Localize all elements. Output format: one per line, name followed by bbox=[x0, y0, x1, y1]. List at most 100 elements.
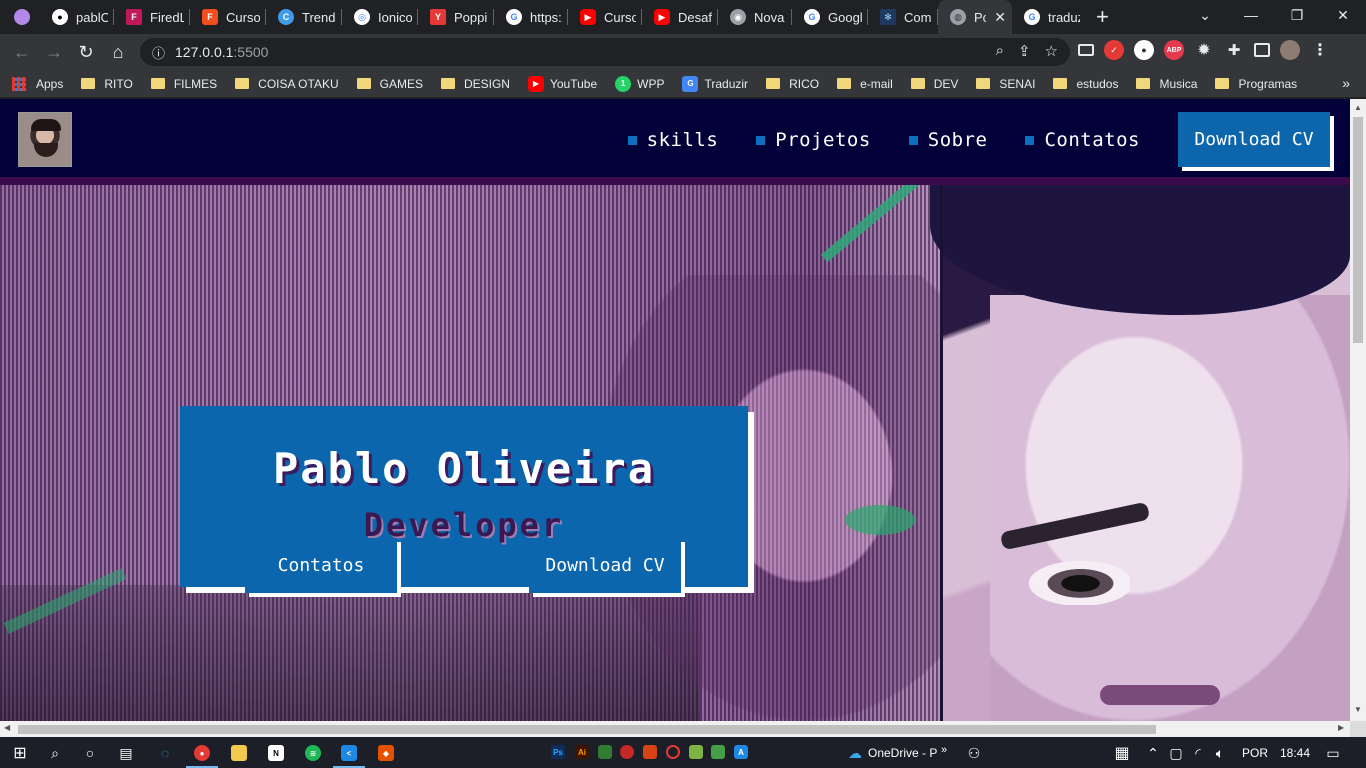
cortana-icon[interactable]: ○ bbox=[80, 743, 100, 763]
wifi-icon[interactable]: ◜ bbox=[1188, 743, 1208, 763]
hero-download-cv-button[interactable]: Download CV bbox=[529, 538, 681, 593]
tab-github[interactable]: ● pablOl bbox=[40, 0, 114, 34]
edge-icon[interactable]: ◌ bbox=[155, 743, 175, 763]
bookmark-folder-programas[interactable]: Programas bbox=[1215, 77, 1297, 91]
bookmark-folder-estudos[interactable]: estudos bbox=[1053, 77, 1118, 91]
tab-traduzir[interactable]: G traduz bbox=[1012, 0, 1086, 34]
spotify-icon[interactable]: ≋ bbox=[305, 745, 321, 761]
android-tray-icon[interactable] bbox=[689, 745, 703, 759]
show-hidden-icons[interactable]: ⌃ bbox=[1143, 743, 1163, 763]
task-view-icon[interactable]: ▤ bbox=[116, 743, 136, 763]
onedrive-label[interactable]: OneDrive - P bbox=[868, 746, 937, 760]
bookmark-folder-musica[interactable]: Musica bbox=[1136, 77, 1197, 91]
adblock-plus-icon[interactable]: ABP bbox=[1164, 40, 1184, 60]
tab-youtube-curso[interactable]: ▶ Curso bbox=[568, 0, 642, 34]
bookmark-folder-games[interactable]: GAMES bbox=[356, 77, 423, 91]
vscode-icon[interactable]: < bbox=[341, 745, 357, 761]
hero-contatos-button[interactable]: Contatos bbox=[245, 538, 397, 593]
minimize-icon[interactable]: — bbox=[1228, 0, 1274, 30]
tab-como[interactable]: ✻ Como bbox=[868, 0, 938, 34]
zoom-icon[interactable]: ⌕ bbox=[996, 42, 1004, 60]
reload-icon[interactable]: ↻ bbox=[70, 36, 102, 68]
tab-google-https[interactable]: G https:/ bbox=[494, 0, 568, 34]
cast-icon[interactable] bbox=[1078, 44, 1094, 56]
bookmark-folder-filmes[interactable]: FILMES bbox=[150, 77, 217, 91]
menu-kebab-icon[interactable]: ⋮ bbox=[1310, 40, 1330, 60]
ghostery-icon[interactable]: ● bbox=[1134, 40, 1154, 60]
search-icon[interactable]: ⌕ bbox=[45, 743, 65, 763]
tab-ionicons[interactable]: ◎ Ionicor bbox=[342, 0, 418, 34]
todoist-icon[interactable]: ✓ bbox=[1104, 40, 1124, 60]
vertical-scrollbar[interactable]: ▲ ▼ bbox=[1350, 99, 1366, 721]
home-icon[interactable]: ⌂ bbox=[102, 36, 134, 68]
bookmark-star-icon[interactable]: ☆ bbox=[1045, 42, 1058, 60]
bookmark-folder-coisa-otaku[interactable]: COISA OTAKU bbox=[235, 77, 339, 91]
bookmark-folder-design[interactable]: DESIGN bbox=[440, 77, 510, 91]
bookmark-folder-dev[interactable]: DEV bbox=[910, 77, 958, 91]
keyboard-icon[interactable]: ▦ bbox=[1112, 743, 1132, 763]
tab-google[interactable]: G Googl bbox=[792, 0, 868, 34]
language-indicator[interactable]: POR bbox=[1242, 746, 1268, 760]
illustrator-tray-icon[interactable]: Ai bbox=[575, 745, 589, 759]
tab-active-portfolio[interactable]: ◍ Poi ✕ bbox=[938, 0, 1012, 34]
notifications-icon[interactable]: ▭ bbox=[1323, 743, 1343, 763]
settings-extension-icon[interactable]: ✹ bbox=[1194, 40, 1214, 60]
address-bar[interactable]: ⓘ 127.0.0.1:5500 ⌕ ⇪ ☆ bbox=[140, 38, 1070, 66]
scroll-down-icon[interactable]: ▼ bbox=[1354, 705, 1362, 714]
tab-firedlab[interactable]: F FiredLa bbox=[114, 0, 190, 34]
tab-poppins[interactable]: Y Poppin bbox=[418, 0, 494, 34]
git-app-icon[interactable]: ◆ bbox=[378, 745, 394, 761]
volume-icon[interactable]: 🔈︎ bbox=[1210, 743, 1230, 763]
vertical-scroll-thumb[interactable] bbox=[1353, 117, 1363, 343]
device-icon[interactable]: ▢ bbox=[1166, 743, 1186, 763]
scroll-right-icon[interactable]: ▶ bbox=[1338, 723, 1344, 732]
bookmark-folder-email[interactable]: e-mail bbox=[837, 77, 893, 91]
nav-item-sobre[interactable]: Sobre bbox=[908, 129, 988, 151]
tab-youtube-desafio[interactable]: ▶ Desafi bbox=[642, 0, 718, 34]
close-tab-icon[interactable]: ✕ bbox=[994, 9, 1006, 26]
bookmark-folder-rico[interactable]: RICO bbox=[766, 77, 819, 91]
close-window-icon[interactable]: ✕ bbox=[1320, 0, 1366, 30]
opera-tray-icon[interactable] bbox=[666, 745, 680, 759]
header-download-cv-button[interactable]: Download CV bbox=[1178, 112, 1330, 167]
bookmark-folder-rito[interactable]: RITO bbox=[81, 77, 133, 91]
tab-figma[interactable]: F Curso_ bbox=[190, 0, 266, 34]
photoshop-tray-icon[interactable]: Ps bbox=[551, 745, 565, 759]
bookmark-folder-senai[interactable]: SENAI bbox=[976, 77, 1035, 91]
scroll-up-icon[interactable]: ▲ bbox=[1354, 103, 1362, 112]
share-icon[interactable]: ⇪ bbox=[1018, 42, 1031, 60]
clock[interactable]: 18:44 bbox=[1280, 746, 1310, 760]
chrome-taskbar-icon[interactable]: ● bbox=[194, 745, 210, 761]
profile-avatar[interactable] bbox=[1280, 40, 1300, 60]
horizontal-scroll-thumb[interactable] bbox=[18, 725, 1156, 734]
bookmarks-overflow-icon[interactable]: » bbox=[1342, 75, 1350, 91]
scroll-left-icon[interactable]: ◀ bbox=[4, 723, 10, 732]
red-app-tray-icon[interactable] bbox=[620, 745, 634, 759]
overflow-chevron-icon[interactable]: » bbox=[934, 740, 954, 760]
horizontal-scrollbar[interactable]: ◀ ▶ bbox=[0, 721, 1350, 737]
people-icon[interactable]: ⚇ bbox=[964, 743, 984, 763]
azure-tray-icon[interactable]: A bbox=[734, 745, 748, 759]
onedrive-icon[interactable]: ☁ bbox=[845, 743, 865, 763]
office-tray-icon[interactable] bbox=[643, 745, 657, 759]
windows-start-icon[interactable]: ⊞ bbox=[10, 743, 30, 763]
site-info-icon[interactable]: ⓘ bbox=[152, 43, 165, 62]
forward-icon[interactable]: → bbox=[38, 36, 70, 68]
green-app-tray-icon[interactable] bbox=[598, 745, 612, 759]
file-explorer-icon[interactable] bbox=[231, 745, 247, 761]
back-icon[interactable]: ← bbox=[6, 36, 38, 68]
bookmark-apps[interactable]: Apps bbox=[12, 76, 63, 91]
side-panel-icon[interactable] bbox=[1254, 43, 1270, 57]
bookmark-youtube[interactable]: ▶ YouTube bbox=[527, 75, 597, 92]
extensions-puzzle-icon[interactable]: ✚ bbox=[1224, 40, 1244, 60]
nav-item-projetos[interactable]: Projetos bbox=[756, 129, 871, 151]
tab-trending[interactable]: C Trendi bbox=[266, 0, 342, 34]
notion-icon[interactable]: N bbox=[268, 745, 284, 761]
bookmark-traduzir[interactable]: G Traduzir bbox=[682, 75, 748, 92]
tab-search-icon[interactable]: ⌄ bbox=[1182, 0, 1228, 30]
nav-item-skills[interactable]: skills bbox=[627, 129, 719, 151]
new-tab-button[interactable]: + bbox=[1096, 4, 1109, 30]
nav-item-contatos[interactable]: Contatos bbox=[1025, 129, 1140, 151]
updater-tray-icon[interactable] bbox=[711, 745, 725, 759]
tab-nova-guia[interactable]: ◉ Nova g bbox=[718, 0, 792, 34]
